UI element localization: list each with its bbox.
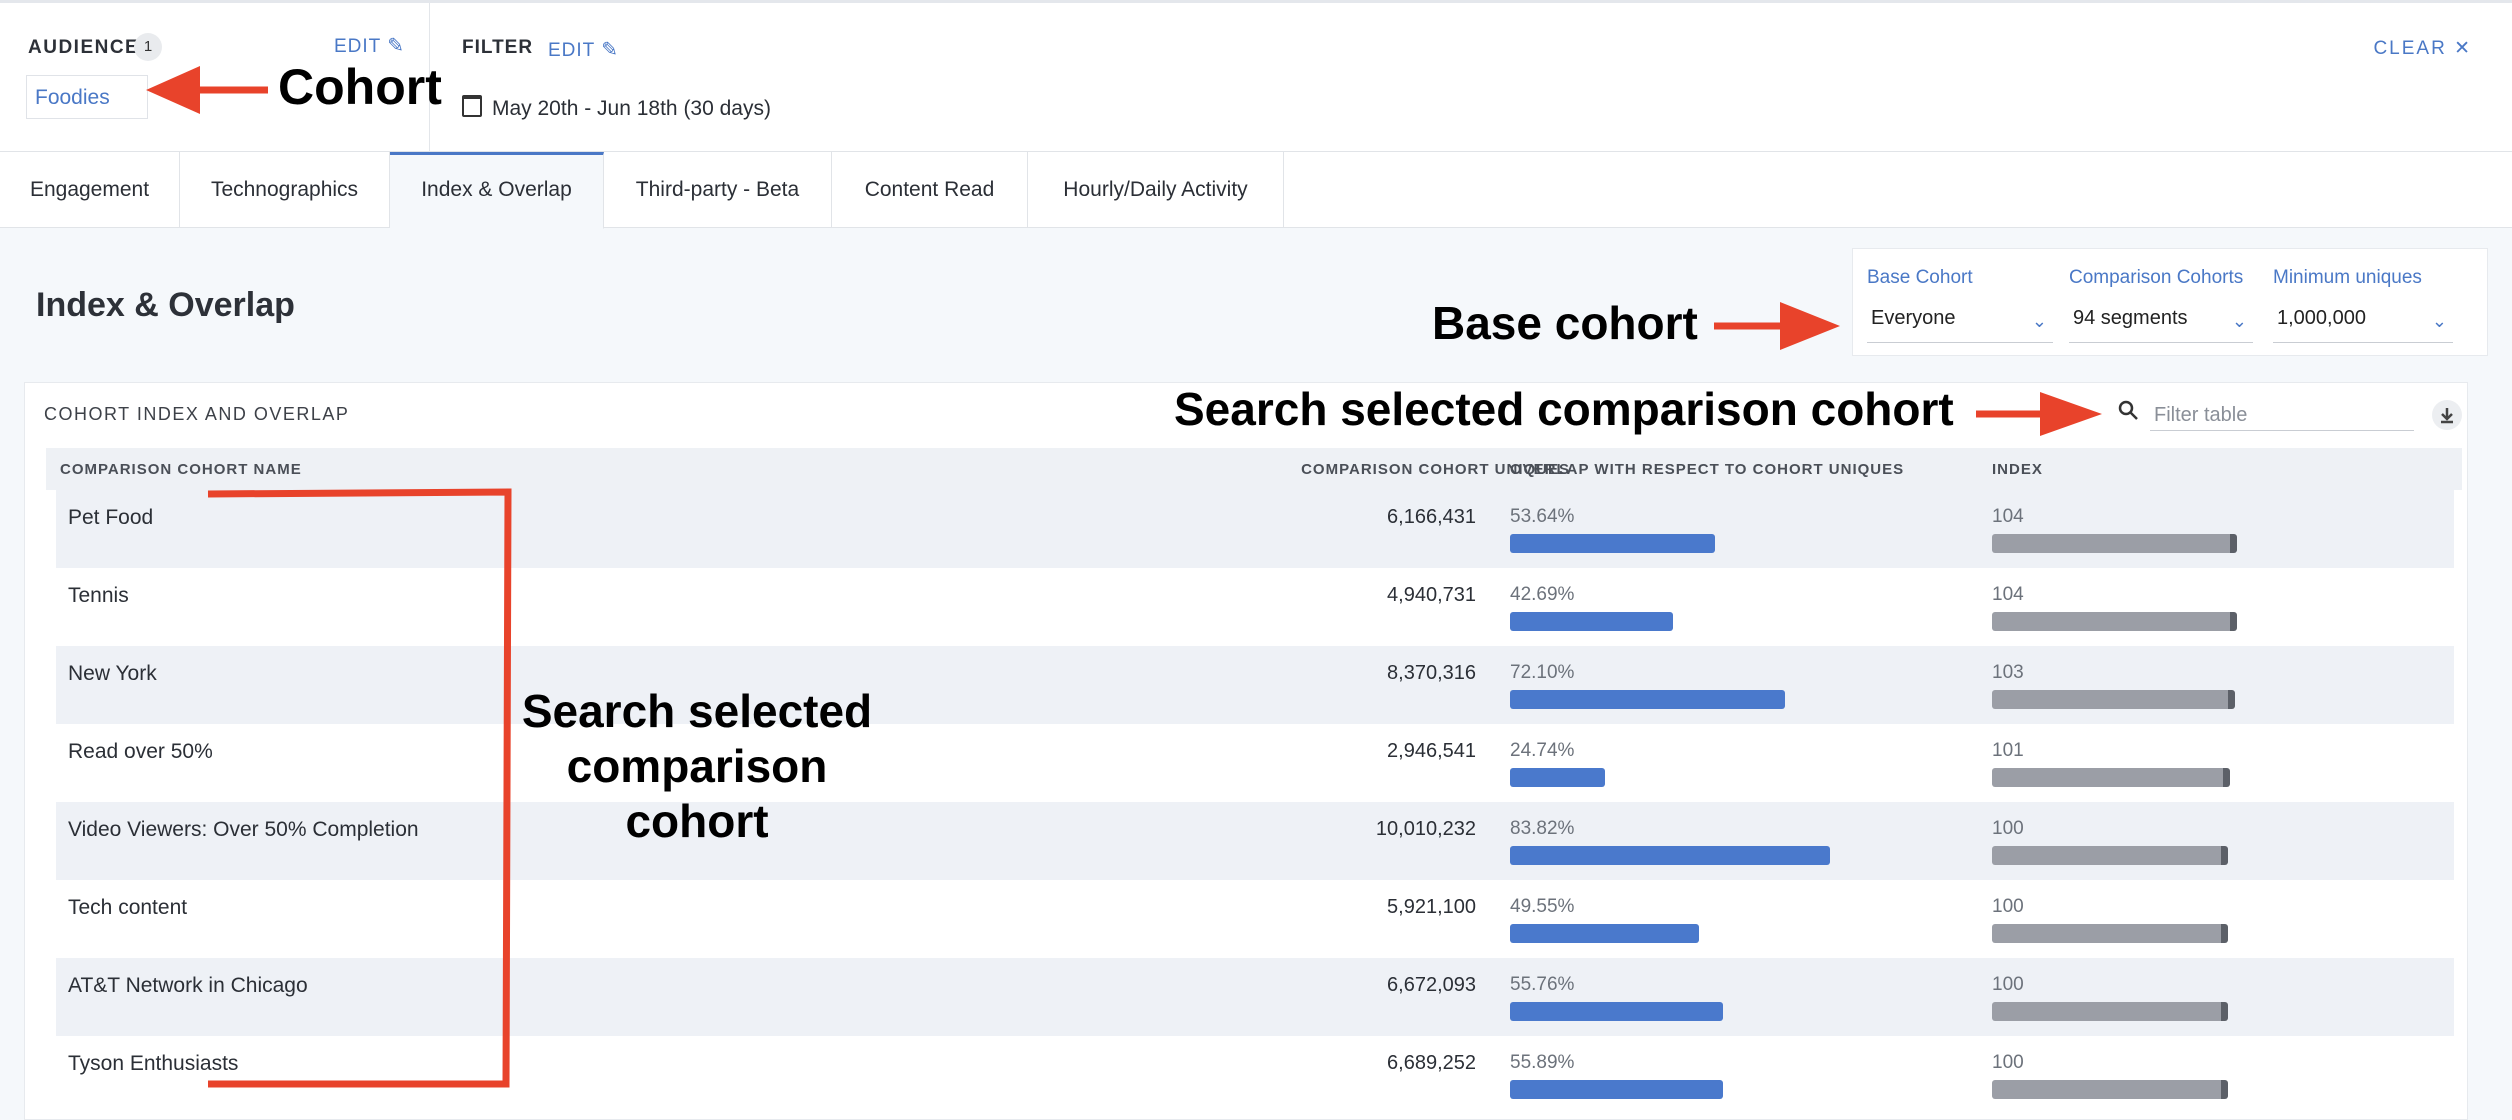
annotation-overlay (146, 66, 2102, 1088)
annotation-arrowhead (146, 66, 200, 114)
annotation-bracket (207, 488, 512, 1088)
annotation-arrowhead (2040, 392, 2102, 436)
annotation-arrowhead (1780, 302, 1840, 350)
